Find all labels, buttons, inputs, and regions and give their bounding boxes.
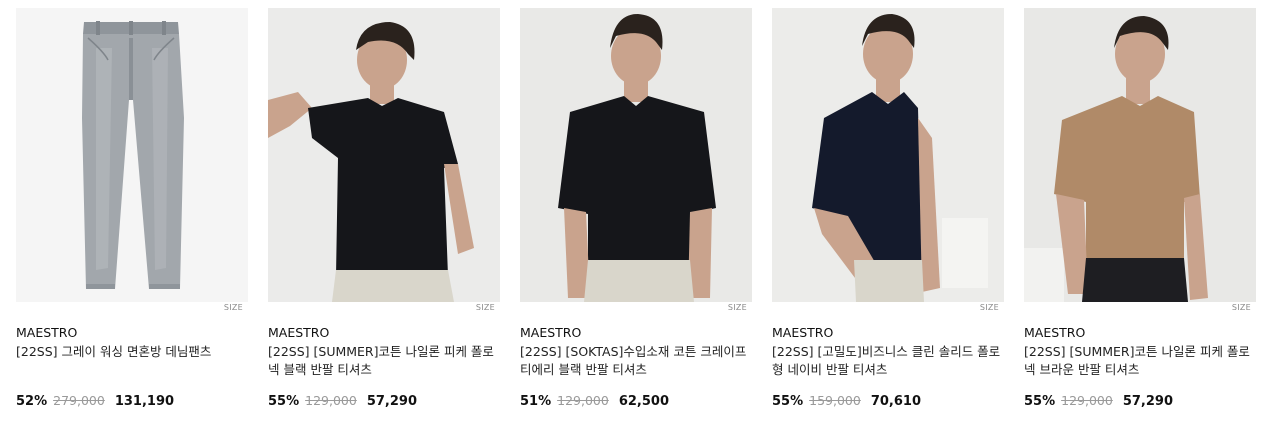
original-price: 129,000 bbox=[557, 393, 609, 408]
product-card[interactable]: SIZE MAESTRO [22SS] [SUMMER]코튼 나일론 피케 폴로… bbox=[268, 8, 500, 410]
product-name[interactable]: [22SS] [SUMMER]코튼 나일론 피케 폴로넥 브라운 반팔 티셔츠 bbox=[1024, 343, 1256, 379]
discount-rate: 55% bbox=[1024, 394, 1056, 409]
sale-price: 57,290 bbox=[1122, 394, 1173, 409]
brand-name[interactable]: MAESTRO bbox=[520, 325, 752, 341]
original-price: 159,000 bbox=[809, 393, 861, 408]
original-price: 279,000 bbox=[53, 393, 105, 408]
product-name[interactable]: [22SS] [SUMMER]코튼 나일론 피케 폴로넥 블랙 반팔 티셔츠 bbox=[268, 343, 500, 379]
brand-name[interactable]: MAESTRO bbox=[268, 325, 500, 341]
grey-denim-pants-image bbox=[82, 21, 184, 289]
original-price: 129,000 bbox=[305, 393, 357, 408]
original-price: 129,000 bbox=[1061, 393, 1113, 408]
product-name[interactable]: [22SS] 그레이 워싱 면혼방 데님팬츠 bbox=[16, 343, 248, 379]
product-card[interactable]: SIZE MAESTRO [22SS] 그레이 워싱 면혼방 데님팬츠 52% … bbox=[16, 8, 248, 410]
size-strip: SIZE bbox=[268, 302, 500, 316]
price-row: 55% 129,000 57,290 bbox=[268, 393, 500, 410]
product-card[interactable]: SIZE MAESTRO [22SS] [SOKTAS]수입소재 코튼 크레이프… bbox=[520, 8, 752, 410]
discount-rate: 52% bbox=[16, 394, 48, 409]
product-grid: SIZE MAESTRO [22SS] 그레이 워싱 면혼방 데님팬츠 52% … bbox=[16, 8, 1256, 410]
sale-price: 131,190 bbox=[114, 394, 175, 409]
product-name[interactable]: [22SS] [SOKTAS]수입소재 코튼 크레이프 티에리 블랙 반팔 티셔… bbox=[520, 343, 752, 379]
discount-rate: 51% bbox=[520, 394, 552, 409]
sale-price: 70,610 bbox=[870, 394, 921, 409]
product-card[interactable]: SIZE MAESTRO [22SS] [SUMMER]코튼 나일론 피케 폴로… bbox=[1024, 8, 1256, 410]
size-strip: SIZE bbox=[1024, 302, 1256, 316]
discount-rate: 55% bbox=[268, 394, 300, 409]
brand-name[interactable]: MAESTRO bbox=[1024, 325, 1256, 341]
size-label: SIZE bbox=[223, 303, 243, 312]
price-row: 52% 279,000 131,190 bbox=[16, 393, 248, 410]
price-row: 55% 129,000 57,290 bbox=[1024, 393, 1256, 410]
brand-name[interactable]: MAESTRO bbox=[772, 325, 1004, 341]
product-image[interactable] bbox=[1024, 8, 1256, 302]
navy-polo-model-image bbox=[772, 8, 1004, 302]
product-image[interactable] bbox=[772, 8, 1004, 302]
product-name[interactable]: [22SS] [고밀도]비즈니스 클린 솔리드 폴로형 네이비 반팔 티셔츠 bbox=[772, 343, 1004, 379]
sale-price: 57,290 bbox=[366, 394, 417, 409]
price-row: 51% 129,000 62,500 bbox=[520, 393, 752, 410]
discount-rate: 55% bbox=[772, 394, 804, 409]
black-crepe-polo-model-image bbox=[520, 8, 752, 302]
size-strip: SIZE bbox=[16, 302, 248, 316]
brand-name[interactable]: MAESTRO bbox=[16, 325, 248, 341]
black-polo-model-image bbox=[268, 8, 500, 302]
size-label: SIZE bbox=[727, 303, 747, 312]
product-image[interactable] bbox=[16, 8, 248, 302]
product-image[interactable] bbox=[520, 8, 752, 302]
product-card[interactable]: SIZE MAESTRO [22SS] [고밀도]비즈니스 클린 솔리드 폴로형… bbox=[772, 8, 1004, 410]
size-label: SIZE bbox=[979, 303, 999, 312]
size-label: SIZE bbox=[1231, 303, 1251, 312]
product-image[interactable] bbox=[268, 8, 500, 302]
brown-polo-model-image bbox=[1024, 8, 1256, 302]
sale-price: 62,500 bbox=[618, 394, 669, 409]
size-strip: SIZE bbox=[772, 302, 1004, 316]
size-strip: SIZE bbox=[520, 302, 752, 316]
price-row: 55% 159,000 70,610 bbox=[772, 393, 1004, 410]
size-label: SIZE bbox=[475, 303, 495, 312]
